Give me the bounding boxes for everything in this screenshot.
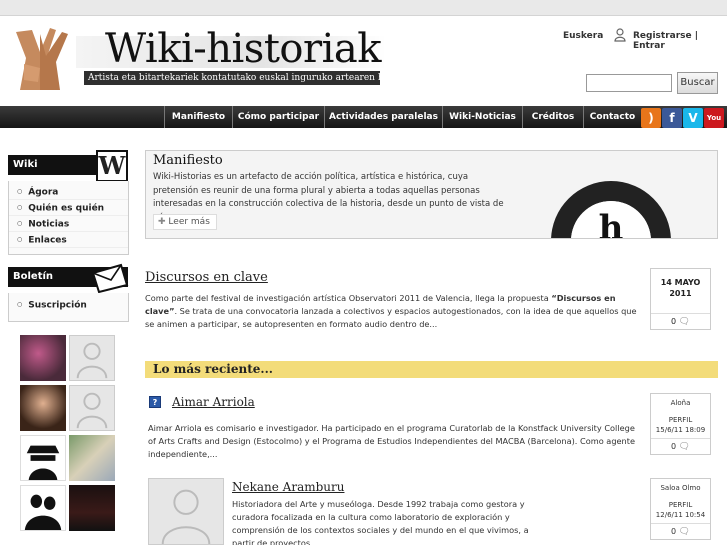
read-more-button[interactable]: ✚ Leer más: [153, 214, 217, 230]
search-input[interactable]: [586, 74, 672, 92]
avatar[interactable]: [20, 385, 66, 431]
article-excerpt: Como parte del festival de investigación…: [145, 292, 645, 331]
wiki-box-title-text: Wiki: [13, 159, 38, 170]
avatar[interactable]: [20, 335, 66, 381]
nav-manifiesto[interactable]: Manifiesto: [164, 106, 232, 128]
recent-item-comments[interactable]: 0 🗨: [651, 438, 710, 454]
nav-contacto[interactable]: Contacto: [583, 106, 641, 128]
manifesto-feature: Manifiesto Wiki-Historias es un artefact…: [145, 150, 718, 239]
person-silhouette-icon: [161, 489, 211, 545]
sidebar-link-noticias[interactable]: Noticias: [9, 216, 128, 232]
newsletter-box-title-text: Boletín: [13, 271, 54, 282]
recent-item-author[interactable]: Aloña: [651, 399, 710, 407]
sidebar-link-quien-es-quien[interactable]: Quién es quién: [9, 200, 128, 216]
envelope-icon: [91, 263, 129, 293]
nav-creditos[interactable]: Créditos: [522, 106, 583, 128]
avatar-silhouettes: [24, 494, 62, 530]
site-title[interactable]: Wiki-historiak: [105, 26, 382, 72]
recent-item-author[interactable]: Saloa Olmo: [651, 484, 710, 492]
recent-heading: Lo más reciente...: [145, 361, 718, 378]
plus-icon: ✚: [158, 217, 166, 227]
recent-item-title[interactable]: Nekane Aramburu: [232, 480, 344, 494]
svg-text:h: h: [599, 208, 624, 239]
facebook-icon[interactable]: f: [662, 108, 682, 128]
article-comment-count: 0: [670, 317, 677, 326]
wiki-badge-icon: W: [96, 150, 128, 182]
article-comments[interactable]: 0 🗨: [651, 313, 710, 329]
comment-bubble-icon: 🗨: [678, 527, 691, 537]
site-tagline: Artista eta bitartekariek kontatutako eu…: [84, 71, 380, 85]
wiki-badge-letter: W: [98, 151, 126, 180]
profile-badge-icon: ?: [149, 396, 161, 408]
article-date-year: 2011: [669, 289, 692, 298]
avatar[interactable]: [69, 485, 115, 531]
avatar[interactable]: [20, 435, 66, 481]
sidebar-link-suscripcion[interactable]: Suscripción: [9, 297, 128, 313]
recent-item-excerpt: Aimar Arriola es comisario e investigado…: [148, 423, 635, 459]
sidebar-link-agora[interactable]: Ágora: [9, 184, 128, 200]
person-silhouette-icon: [76, 342, 108, 379]
article-excerpt-end: . Se trata de una convocatoria lanzada a…: [145, 306, 637, 329]
sidebar-link-enlaces[interactable]: Enlaces: [9, 232, 128, 248]
vimeo-icon[interactable]: V: [683, 108, 703, 128]
youtube-icon[interactable]: You: [704, 108, 724, 128]
logo-hands-image[interactable]: [10, 24, 76, 92]
comment-bubble-icon: 🗨: [678, 317, 691, 327]
search-button[interactable]: Buscar: [677, 72, 718, 94]
avatar-placeholder[interactable]: [148, 478, 224, 545]
person-silhouette-icon: [76, 392, 108, 429]
rss-icon[interactable]: ): [641, 108, 661, 128]
avatar[interactable]: [69, 435, 115, 481]
recent-item-meta: Aloña PERFIL 15/6/11 18:09 0 🗨: [650, 393, 711, 455]
feature-title[interactable]: Manifiesto: [153, 153, 223, 168]
recent-item-comments[interactable]: 0 🗨: [651, 523, 710, 539]
register-login-links[interactable]: Registrarse | Entrar: [633, 31, 727, 51]
recent-item-type: PERFIL: [668, 416, 693, 424]
recent-item-date: 15/6/11 18:09: [655, 426, 706, 434]
avatar-placeholder[interactable]: [69, 335, 115, 381]
recent-item-title[interactable]: Aimar Arriola: [172, 395, 255, 409]
nav-como-participar[interactable]: Cómo participar: [232, 106, 324, 128]
comment-bubble-icon: 🗨: [678, 442, 691, 452]
newsletter-box-links: Suscripción: [8, 293, 129, 322]
recent-item-comment-count: 0: [670, 527, 677, 536]
nav-wiki-noticias[interactable]: Wiki-Noticias: [442, 106, 522, 128]
language-link[interactable]: Euskera: [563, 31, 603, 41]
article-excerpt-start: Como parte del festival de investigación…: [145, 293, 552, 303]
avatar[interactable]: [20, 485, 66, 531]
recent-item-date: 12/6/11 10:54: [655, 511, 706, 519]
manifesto-emblem-graphic: h: [551, 181, 671, 239]
main-navbar: Manifiesto Cómo participar Actividades p…: [0, 106, 727, 128]
avatar-drawing: [26, 445, 60, 480]
article-date-day: 14 MAYO: [660, 278, 701, 287]
recent-item-type: PERFIL: [668, 501, 693, 509]
article-date-box: 14 MAYO 2011 0 🗨: [650, 268, 711, 330]
recent-item-meta: Saloa Olmo PERFIL 12/6/11 10:54 0 🗨: [650, 478, 711, 540]
wiki-box-links: Ágora Quién es quién Noticias Enlaces: [8, 181, 129, 255]
user-icon: [614, 28, 626, 42]
avatar-placeholder[interactable]: [69, 385, 115, 431]
read-more-label: Leer más: [168, 217, 210, 227]
recent-item-excerpt: Historiadora del Arte y museóloga. Desde…: [232, 499, 529, 545]
article-title[interactable]: Discursos en clave: [145, 270, 268, 285]
nav-actividades-paralelas[interactable]: Actividades paralelas: [324, 106, 442, 128]
recent-item-comment-count: 0: [670, 442, 677, 451]
